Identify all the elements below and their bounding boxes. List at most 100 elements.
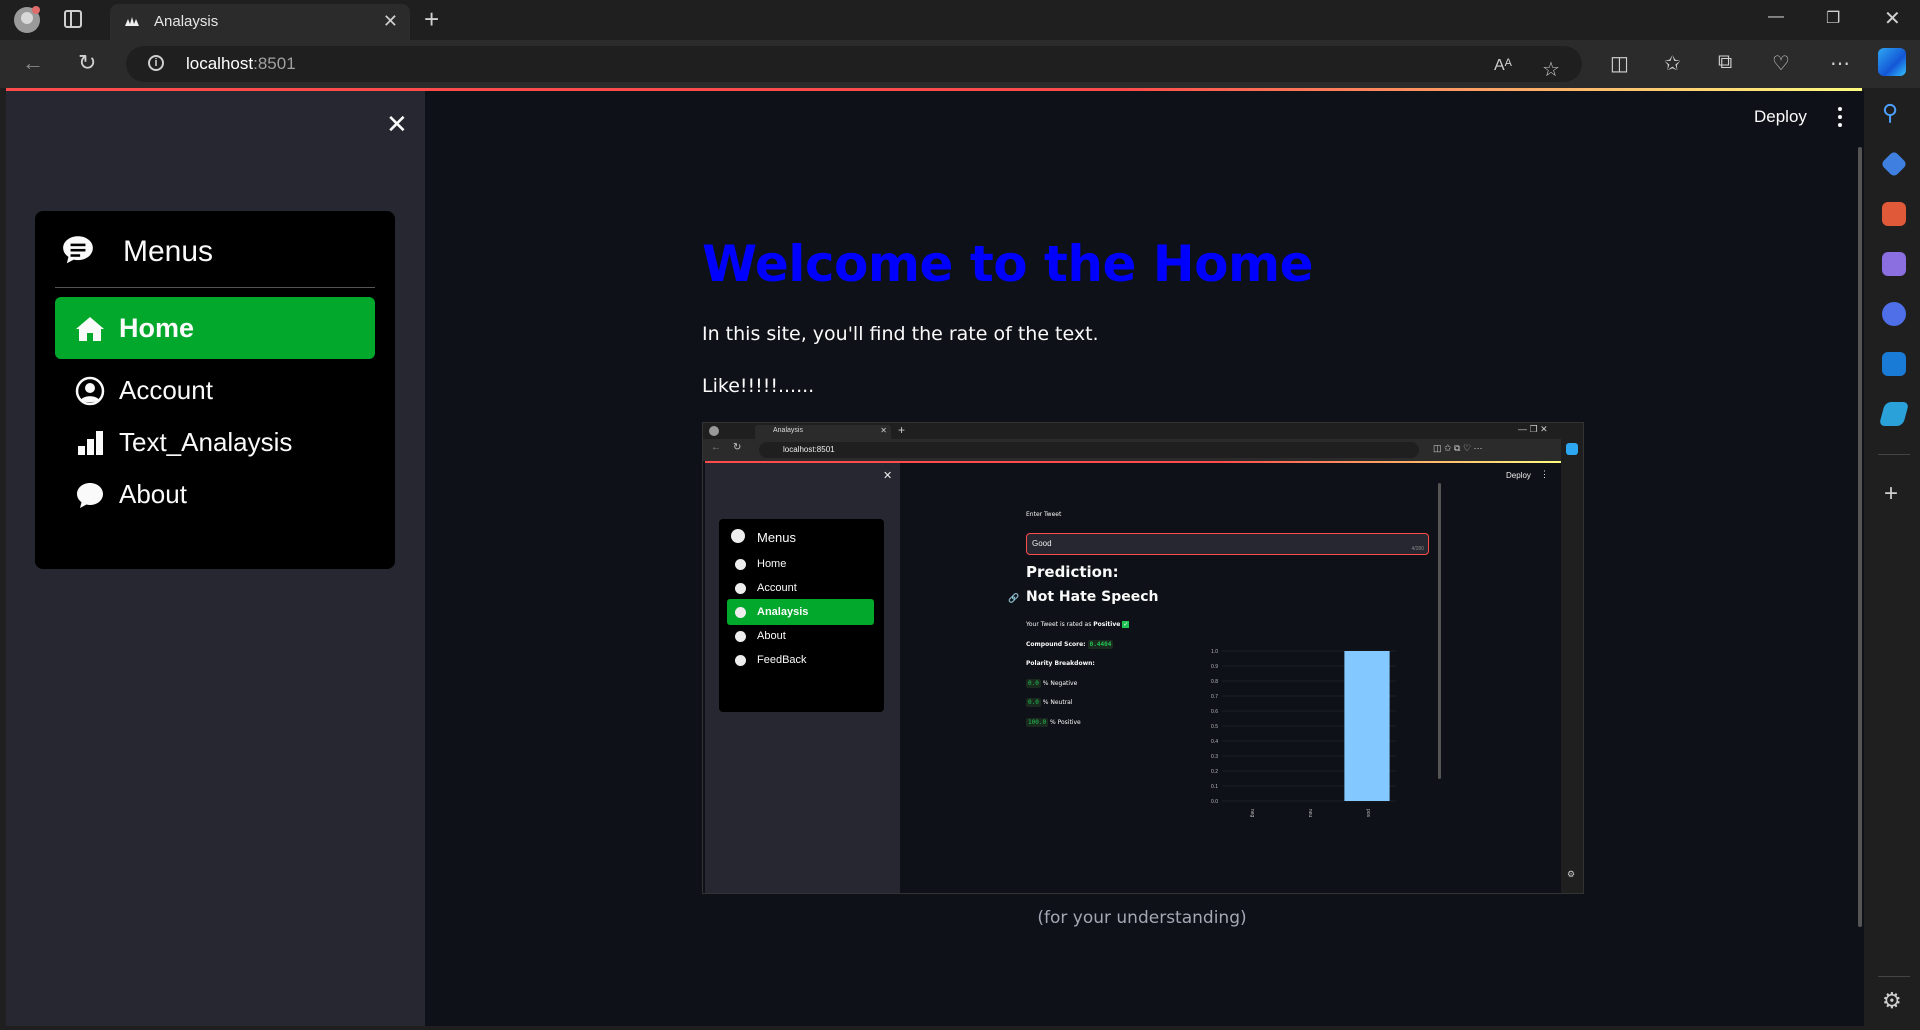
mini-menu-item-label: FeedBack	[757, 654, 807, 666]
mini-refresh-icon: ↻	[733, 442, 742, 453]
mini-deploy-label: Deploy	[1506, 471, 1531, 480]
deploy-button[interactable]: Deploy	[1754, 107, 1807, 127]
split-screen-icon[interactable]: ◫	[1610, 51, 1629, 76]
favorites-icon[interactable]: ✩	[1664, 51, 1681, 76]
mini-menu-item-label: About	[757, 630, 786, 642]
chart-ytick-label: 0.1	[1211, 784, 1218, 790]
mini-neutral-line: 0.0 % Neutral	[1026, 698, 1073, 707]
main-menu-kebab-icon[interactable]	[1838, 107, 1842, 127]
minimize-icon[interactable]: —	[1768, 8, 1784, 26]
mini-toolbar-icons: ◫ ✩ ⧉ ♡ ⋯	[1433, 443, 1483, 453]
mini-tab-title: Analaysis	[773, 427, 803, 434]
menu-item-about[interactable]: About	[55, 463, 375, 525]
tab-actions-icon[interactable]	[64, 10, 82, 28]
chart-ytick-label: 0.5	[1211, 724, 1218, 730]
url-text[interactable]: localhost:8501	[186, 54, 296, 74]
mini-person-icon	[735, 583, 746, 594]
example-screenshot-image: Analaysis ✕ + — ❐ ✕ ← ↻ localhost:8501 ◫…	[702, 422, 1584, 894]
chat-bubble-icon	[77, 483, 103, 508]
mini-polarity-label: Polarity Breakdown:	[1026, 660, 1095, 667]
mini-kebab-icon: ⋮	[1540, 469, 1549, 479]
read-aloud-icon[interactable]: Aᴬ	[1494, 57, 1512, 75]
tab-close-icon[interactable]: ✕	[383, 11, 398, 32]
mini-menu-title: Menus	[757, 530, 797, 545]
sidebar-close-icon[interactable]: ✕	[386, 109, 408, 140]
menu-item-label: Home	[119, 313, 195, 343]
favorite-star-icon[interactable]: ☆	[1542, 57, 1560, 82]
mini-tweet-input: Good 4/280	[1026, 533, 1429, 555]
menu-item-home[interactable]: Home	[55, 297, 375, 359]
shopping-tag-icon[interactable]	[1880, 150, 1908, 178]
mini-gear-icon: ⚙	[1567, 869, 1576, 879]
chart-ytick-label: 0.9	[1211, 664, 1218, 670]
person-circle-icon	[75, 376, 105, 406]
tools-icon[interactable]	[1882, 202, 1906, 226]
drop-icon[interactable]	[1878, 402, 1910, 426]
mini-copilot-icon	[1566, 443, 1578, 455]
chart-ytick-label: 1.0	[1211, 649, 1218, 655]
microsoft-365-icon[interactable]	[1882, 302, 1906, 326]
site-info-icon[interactable]: i	[148, 55, 164, 71]
search-icon[interactable]: ⚲	[1882, 100, 1898, 126]
mini-menu-item-label: Analaysis	[757, 606, 809, 618]
browser-essentials-icon[interactable]: ♡	[1772, 51, 1790, 76]
chart-ytick-label: 0.2	[1211, 769, 1218, 775]
mini-address-row: ← ↻ localhost:8501 ◫ ✩ ⧉ ♡ ⋯	[703, 439, 1583, 461]
chart-xtick-label: neu	[1307, 809, 1313, 818]
mini-link-icon: 🔗	[1008, 593, 1020, 603]
mini-tab: Analaysis ✕	[755, 425, 891, 439]
chart-ytick-label: 0.6	[1211, 709, 1218, 715]
mini-new-tab-icon: +	[898, 423, 906, 437]
intro-text: In this site, you'll find the rate of th…	[702, 323, 1099, 345]
new-tab-icon[interactable]: +	[424, 4, 439, 35]
bar-chart-icon	[78, 431, 103, 455]
add-sidebar-app-icon[interactable]: +	[1884, 480, 1898, 508]
chart-xtick-label: neg	[1249, 809, 1255, 818]
copilot-icon[interactable]	[1878, 48, 1906, 76]
edge-sidebar-divider-bottom	[1878, 976, 1910, 977]
chart-xtick-label: pos	[1365, 809, 1371, 818]
image-caption: (for your understanding)	[1037, 908, 1247, 928]
mini-menu-item: Account	[727, 575, 874, 601]
mini-input-label: Enter Tweet	[1026, 511, 1062, 518]
address-bar-row: ← ↻ i localhost:8501 Aᴬ ☆ ◫ ✩ ⧉ ♡ ⋯	[0, 40, 1920, 88]
tab-title: Analaysis	[154, 13, 219, 30]
mini-option-menu: Menus Home Account Analaysis About FeedB…	[719, 519, 884, 712]
page-title: Welcome to the Home	[702, 235, 1314, 293]
mini-avatar	[709, 426, 719, 436]
chart-ytick-label: 0.4	[1211, 739, 1218, 745]
chart-bar-pos	[1344, 651, 1390, 801]
mini-main: Deploy ⋮ Enter Tweet Good 4/280 Predicti…	[900, 463, 1561, 893]
mini-scrollbar	[1438, 483, 1441, 779]
mini-menu-item: FeedBack	[727, 647, 874, 673]
collections-icon[interactable]: ⧉	[1718, 51, 1732, 74]
edge-sidebar-divider	[1878, 454, 1910, 455]
settings-more-icon[interactable]: ⋯	[1830, 51, 1850, 76]
menu-item-label: Account	[119, 375, 213, 405]
mini-address-bar: localhost:8501	[759, 442, 1419, 458]
mini-menu-item-active: Analaysis	[727, 599, 874, 625]
back-icon[interactable]: ←	[22, 50, 44, 76]
house-icon	[76, 317, 104, 341]
chart-ytick-label: 0.7	[1211, 694, 1218, 700]
main-scrollbar[interactable]	[1858, 147, 1862, 927]
mini-positive-line: 100.0 % Positive	[1026, 718, 1081, 727]
address-bar[interactable]: i localhost:8501 Aᴬ ☆	[126, 46, 1582, 82]
mini-house-icon	[735, 559, 746, 570]
outlook-icon[interactable]	[1882, 352, 1906, 376]
customize-gear-icon[interactable]: ⚙	[1882, 988, 1902, 1014]
mini-chat-text-icon	[731, 529, 745, 543]
games-icon[interactable]	[1882, 252, 1906, 276]
window-close-icon[interactable]: ✕	[1884, 6, 1901, 31]
mini-tab-bar: Analaysis ✕ + — ❐ ✕	[703, 423, 1583, 439]
menu-title: Menus	[123, 235, 214, 268]
refresh-icon[interactable]: ↻	[78, 50, 96, 76]
like-text: Like!!!!!......	[702, 375, 815, 397]
restore-icon[interactable]: ❐	[1826, 8, 1840, 28]
mini-menu-item-label: Account	[757, 582, 797, 594]
menu-header: Menus	[35, 211, 395, 287]
browser-tab[interactable]: Analaysis ✕	[110, 4, 410, 40]
mini-trophy-icon	[735, 607, 746, 618]
mini-window-controls: — ❐ ✕	[1518, 424, 1548, 434]
profile-notification-dot	[32, 6, 40, 14]
